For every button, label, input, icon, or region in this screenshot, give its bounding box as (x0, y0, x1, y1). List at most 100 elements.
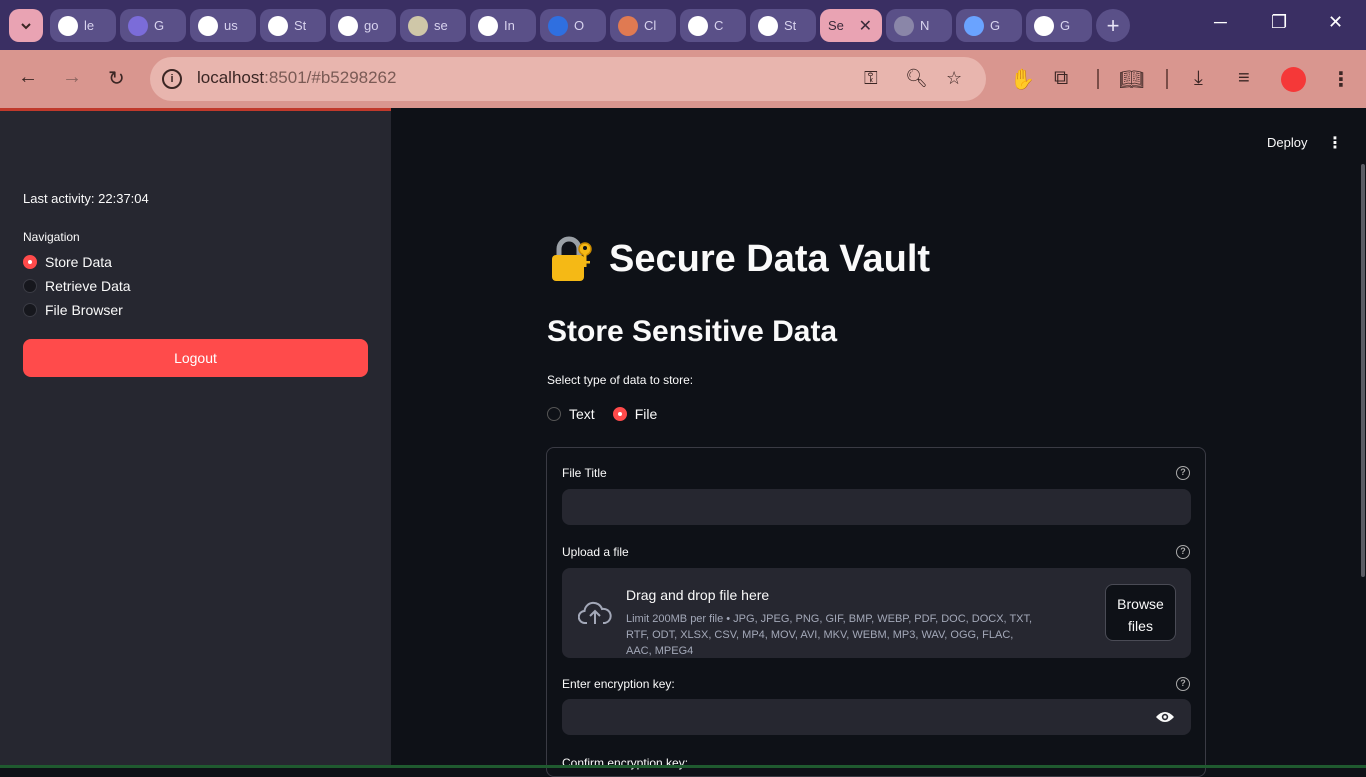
scrollbar[interactable] (1361, 164, 1365, 577)
file-title-label: File Title (562, 466, 607, 480)
sidebar: Last activity: 22:37:04 Navigation Store… (0, 108, 391, 768)
page-title-text: Secure Data Vault (609, 237, 931, 280)
data-type-option-text[interactable]: Text (547, 406, 595, 422)
crown-icon (408, 15, 428, 36)
browser-tab[interactable]: Cl (610, 9, 676, 42)
browser-tab[interactable]: us (190, 9, 256, 42)
browser-tab[interactable]: se (400, 9, 466, 42)
browser-menu-icon[interactable]: ⋮ (1331, 67, 1351, 92)
radio-selected-icon[interactable] (612, 407, 627, 421)
browser-tab[interactable]: G (1026, 9, 1092, 42)
browser-tab[interactable]: go (330, 9, 396, 42)
tab-title: G (1060, 18, 1071, 33)
main-content: Deploy ⋮ Secure Data Vault Store Sensiti… (391, 111, 1366, 777)
browser-tab-bar: le Gus St go se In O Cl C St Se ✕ N G G + ─ ❐ ✕ (0, 0, 1366, 50)
tab-title: In (504, 18, 515, 33)
browser-tab[interactable]: G (956, 9, 1022, 42)
browse-label-line1: Browse (1117, 596, 1164, 612)
globe-icon (894, 15, 914, 36)
browser-tab[interactable]: G (120, 9, 186, 42)
tab-search-button[interactable] (9, 9, 43, 42)
chevron-down-icon (21, 22, 31, 29)
app-menu-icon[interactable]: ⋮ (1327, 133, 1343, 153)
url-text[interactable]: localhost:8501/#b5298262 (197, 68, 396, 88)
help-icon[interactable]: ? (1176, 545, 1190, 559)
section-heading: Store Sensitive Data (547, 315, 838, 348)
tab-title: C (714, 18, 724, 33)
slash-circle-icon (1034, 15, 1054, 36)
reload-button[interactable]: ↻ (108, 66, 125, 91)
browser-tab[interactable]: le (50, 9, 116, 42)
page-title: Secure Data Vault (547, 235, 930, 283)
show-password-eye-icon[interactable] (1155, 710, 1175, 724)
profile-avatar[interactable] (1281, 67, 1306, 92)
radio-unselected-icon[interactable] (23, 303, 37, 317)
browser-tab[interactable]: In (470, 9, 536, 42)
google-icon (338, 15, 358, 36)
restore-button[interactable]: ❐ (1271, 12, 1287, 33)
forward-button[interactable]: → (62, 66, 82, 89)
zoom-icon[interactable]: 🔍︎ (905, 68, 928, 89)
file-dropzone[interactable]: Drag and drop file here Limit 200MB per … (562, 568, 1191, 658)
help-icon[interactable]: ? (1176, 677, 1190, 691)
browse-label-line2: files (1128, 618, 1153, 634)
nav-option-file-browser[interactable]: File Browser (23, 302, 123, 318)
locked-with-key-icon (552, 236, 592, 281)
minimize-button[interactable]: ─ (1214, 12, 1227, 33)
key-icon[interactable]: ⚿ (864, 68, 878, 89)
openai-icon (268, 15, 288, 36)
tab-title: se (434, 18, 448, 33)
close-window-button[interactable]: ✕ (1328, 12, 1343, 33)
toolbar-divider (1097, 69, 1099, 89)
logout-button[interactable]: Logout (23, 339, 368, 377)
help-icon[interactable]: ? (1176, 466, 1190, 480)
nav-option-retrieve-data[interactable]: Retrieve Data (23, 278, 131, 294)
data-type-radio-group: Text File (547, 406, 657, 422)
extension-icon[interactable]: ✋ (1010, 67, 1035, 92)
openai-icon (758, 15, 778, 36)
nav-option-store-data[interactable]: Store Data (23, 254, 112, 270)
url-path: :8501/#b5298262 (264, 68, 397, 87)
new-tab-button[interactable]: + (1096, 9, 1130, 42)
tab-title: St (784, 18, 797, 33)
tab-title: O (574, 18, 585, 33)
extensions-puzzle-icon[interactable]: ⧉ (1054, 67, 1068, 90)
back-button[interactable]: ← (18, 66, 38, 89)
drag-drop-text: Drag and drop file here (626, 587, 770, 603)
browser-tab[interactable]: N (886, 9, 952, 42)
radio-selected-icon[interactable] (23, 255, 37, 269)
tab-title: le (84, 18, 95, 33)
reading-mode-icon[interactable]: 📖︎ (1119, 67, 1144, 92)
site-info-icon[interactable]: i (162, 69, 182, 89)
url-host: localhost (197, 68, 265, 87)
close-tab-icon[interactable]: ✕ (859, 16, 872, 36)
bookmark-star-icon[interactable]: ☆ (946, 68, 962, 89)
person-icon (548, 15, 568, 36)
download-icon[interactable]: ⤓ (1194, 67, 1203, 90)
tab-title: us (224, 18, 238, 33)
file-title-input[interactable] (562, 489, 1191, 525)
encryption-key-input[interactable] (562, 699, 1191, 735)
browser-tab[interactable]: St (750, 9, 816, 42)
github-icon (58, 15, 78, 36)
list-icon (128, 15, 148, 36)
radio-unselected-icon[interactable] (547, 407, 561, 421)
browser-tab[interactable]: O (540, 9, 606, 42)
cloud-upload-icon (578, 601, 612, 624)
store-file-form: File Title ? Upload a file ? Drag and dr… (546, 447, 1206, 777)
tab-title: N (920, 18, 930, 33)
address-bar[interactable]: i localhost:8501/#b5298262 ⚿ 🔍︎ ☆ (150, 57, 986, 101)
browser-tab[interactable]: Se ✕ (820, 9, 882, 42)
data-type-option-file[interactable]: File (612, 406, 657, 422)
deploy-button[interactable]: Deploy (1267, 135, 1307, 150)
radio-unselected-icon[interactable] (23, 279, 37, 293)
browse-files-button[interactable]: Browse files (1105, 584, 1176, 641)
nav-option-label: Store Data (45, 254, 112, 270)
browser-tab[interactable]: C (680, 9, 746, 42)
tab-title: go (364, 18, 379, 33)
data-type-label: Select type of data to store: (547, 373, 694, 387)
media-control-icon[interactable]: ≡ (1238, 67, 1250, 90)
browser-tab[interactable]: St (260, 9, 326, 42)
gemini-icon (964, 15, 984, 36)
github-icon (198, 15, 218, 36)
